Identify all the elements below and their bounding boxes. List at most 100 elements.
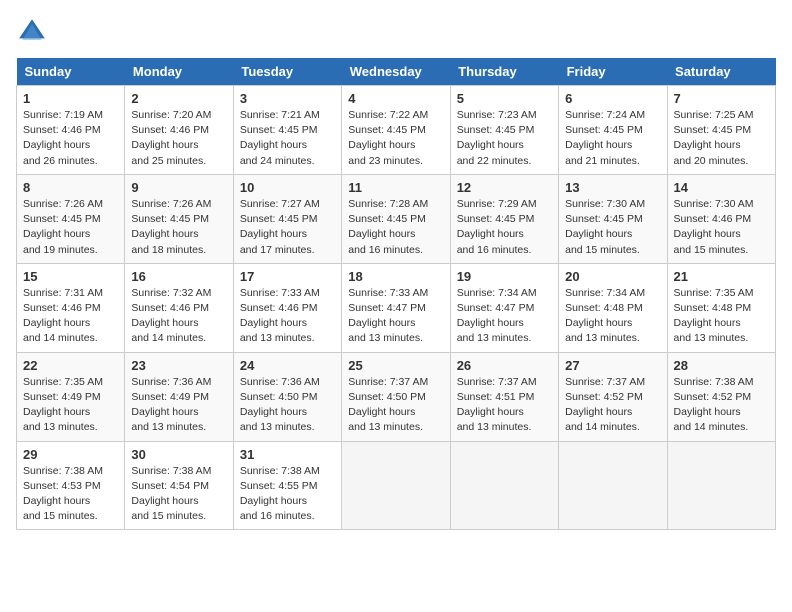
day-info: Sunrise: 7:38 AM Sunset: 4:52 PM Dayligh…: [674, 375, 769, 436]
day-info: Sunrise: 7:31 AM Sunset: 4:46 PM Dayligh…: [23, 286, 118, 347]
calendar-cell: 4 Sunrise: 7:22 AM Sunset: 4:45 PM Dayli…: [342, 86, 450, 175]
calendar-cell: 10 Sunrise: 7:27 AM Sunset: 4:45 PM Dayl…: [233, 174, 341, 263]
day-number: 24: [240, 358, 335, 373]
calendar-cell: 29 Sunrise: 7:38 AM Sunset: 4:53 PM Dayl…: [17, 441, 125, 530]
calendar-cell: 26 Sunrise: 7:37 AM Sunset: 4:51 PM Dayl…: [450, 352, 558, 441]
day-number: 14: [674, 180, 769, 195]
calendar-cell: 7 Sunrise: 7:25 AM Sunset: 4:45 PM Dayli…: [667, 86, 775, 175]
day-info: Sunrise: 7:28 AM Sunset: 4:45 PM Dayligh…: [348, 197, 443, 258]
calendar-cell: 12 Sunrise: 7:29 AM Sunset: 4:45 PM Dayl…: [450, 174, 558, 263]
calendar-cell: 25 Sunrise: 7:37 AM Sunset: 4:50 PM Dayl…: [342, 352, 450, 441]
day-number: 3: [240, 91, 335, 106]
day-number: 2: [131, 91, 226, 106]
day-info: Sunrise: 7:25 AM Sunset: 4:45 PM Dayligh…: [674, 108, 769, 169]
day-number: 15: [23, 269, 118, 284]
day-info: Sunrise: 7:23 AM Sunset: 4:45 PM Dayligh…: [457, 108, 552, 169]
day-number: 26: [457, 358, 552, 373]
day-number: 23: [131, 358, 226, 373]
calendar-cell: [342, 441, 450, 530]
logo: [16, 16, 52, 48]
day-number: 6: [565, 91, 660, 106]
day-number: 27: [565, 358, 660, 373]
day-number: 12: [457, 180, 552, 195]
week-row-2: 8 Sunrise: 7:26 AM Sunset: 4:45 PM Dayli…: [17, 174, 776, 263]
calendar-header-row: SundayMondayTuesdayWednesdayThursdayFrid…: [17, 58, 776, 86]
day-info: Sunrise: 7:26 AM Sunset: 4:45 PM Dayligh…: [23, 197, 118, 258]
calendar-cell: 11 Sunrise: 7:28 AM Sunset: 4:45 PM Dayl…: [342, 174, 450, 263]
calendar-cell: 6 Sunrise: 7:24 AM Sunset: 4:45 PM Dayli…: [559, 86, 667, 175]
day-info: Sunrise: 7:32 AM Sunset: 4:46 PM Dayligh…: [131, 286, 226, 347]
calendar-cell: 30 Sunrise: 7:38 AM Sunset: 4:54 PM Dayl…: [125, 441, 233, 530]
calendar-cell: 24 Sunrise: 7:36 AM Sunset: 4:50 PM Dayl…: [233, 352, 341, 441]
day-number: 21: [674, 269, 769, 284]
day-number: 11: [348, 180, 443, 195]
day-info: Sunrise: 7:34 AM Sunset: 4:48 PM Dayligh…: [565, 286, 660, 347]
day-number: 20: [565, 269, 660, 284]
calendar-cell: [667, 441, 775, 530]
header-monday: Monday: [125, 58, 233, 86]
day-number: 31: [240, 447, 335, 462]
logo-icon: [16, 16, 48, 48]
day-info: Sunrise: 7:35 AM Sunset: 4:48 PM Dayligh…: [674, 286, 769, 347]
week-row-4: 22 Sunrise: 7:35 AM Sunset: 4:49 PM Dayl…: [17, 352, 776, 441]
day-number: 8: [23, 180, 118, 195]
calendar-cell: 15 Sunrise: 7:31 AM Sunset: 4:46 PM Dayl…: [17, 263, 125, 352]
day-info: Sunrise: 7:36 AM Sunset: 4:49 PM Dayligh…: [131, 375, 226, 436]
day-number: 19: [457, 269, 552, 284]
calendar-cell: 17 Sunrise: 7:33 AM Sunset: 4:46 PM Dayl…: [233, 263, 341, 352]
day-info: Sunrise: 7:38 AM Sunset: 4:53 PM Dayligh…: [23, 464, 118, 525]
calendar-cell: 22 Sunrise: 7:35 AM Sunset: 4:49 PM Dayl…: [17, 352, 125, 441]
day-info: Sunrise: 7:30 AM Sunset: 4:46 PM Dayligh…: [674, 197, 769, 258]
calendar-cell: 19 Sunrise: 7:34 AM Sunset: 4:47 PM Dayl…: [450, 263, 558, 352]
calendar-cell: 21 Sunrise: 7:35 AM Sunset: 4:48 PM Dayl…: [667, 263, 775, 352]
header-wednesday: Wednesday: [342, 58, 450, 86]
day-number: 1: [23, 91, 118, 106]
calendar-cell: 31 Sunrise: 7:38 AM Sunset: 4:55 PM Dayl…: [233, 441, 341, 530]
day-number: 17: [240, 269, 335, 284]
calendar-cell: 18 Sunrise: 7:33 AM Sunset: 4:47 PM Dayl…: [342, 263, 450, 352]
week-row-5: 29 Sunrise: 7:38 AM Sunset: 4:53 PM Dayl…: [17, 441, 776, 530]
day-number: 30: [131, 447, 226, 462]
calendar-cell: 8 Sunrise: 7:26 AM Sunset: 4:45 PM Dayli…: [17, 174, 125, 263]
day-info: Sunrise: 7:27 AM Sunset: 4:45 PM Dayligh…: [240, 197, 335, 258]
header-tuesday: Tuesday: [233, 58, 341, 86]
calendar-cell: [559, 441, 667, 530]
calendar-cell: 14 Sunrise: 7:30 AM Sunset: 4:46 PM Dayl…: [667, 174, 775, 263]
calendar-cell: 13 Sunrise: 7:30 AM Sunset: 4:45 PM Dayl…: [559, 174, 667, 263]
day-info: Sunrise: 7:37 AM Sunset: 4:50 PM Dayligh…: [348, 375, 443, 436]
day-number: 5: [457, 91, 552, 106]
calendar-cell: 16 Sunrise: 7:32 AM Sunset: 4:46 PM Dayl…: [125, 263, 233, 352]
header-sunday: Sunday: [17, 58, 125, 86]
calendar-cell: 5 Sunrise: 7:23 AM Sunset: 4:45 PM Dayli…: [450, 86, 558, 175]
calendar-table: SundayMondayTuesdayWednesdayThursdayFrid…: [16, 58, 776, 530]
calendar-cell: 3 Sunrise: 7:21 AM Sunset: 4:45 PM Dayli…: [233, 86, 341, 175]
day-info: Sunrise: 7:20 AM Sunset: 4:46 PM Dayligh…: [131, 108, 226, 169]
day-number: 4: [348, 91, 443, 106]
day-info: Sunrise: 7:38 AM Sunset: 4:54 PM Dayligh…: [131, 464, 226, 525]
day-info: Sunrise: 7:26 AM Sunset: 4:45 PM Dayligh…: [131, 197, 226, 258]
calendar-cell: 9 Sunrise: 7:26 AM Sunset: 4:45 PM Dayli…: [125, 174, 233, 263]
day-info: Sunrise: 7:37 AM Sunset: 4:51 PM Dayligh…: [457, 375, 552, 436]
day-info: Sunrise: 7:37 AM Sunset: 4:52 PM Dayligh…: [565, 375, 660, 436]
header-friday: Friday: [559, 58, 667, 86]
day-number: 13: [565, 180, 660, 195]
day-info: Sunrise: 7:34 AM Sunset: 4:47 PM Dayligh…: [457, 286, 552, 347]
day-number: 25: [348, 358, 443, 373]
calendar-cell: 2 Sunrise: 7:20 AM Sunset: 4:46 PM Dayli…: [125, 86, 233, 175]
week-row-1: 1 Sunrise: 7:19 AM Sunset: 4:46 PM Dayli…: [17, 86, 776, 175]
day-info: Sunrise: 7:29 AM Sunset: 4:45 PM Dayligh…: [457, 197, 552, 258]
day-info: Sunrise: 7:38 AM Sunset: 4:55 PM Dayligh…: [240, 464, 335, 525]
calendar-cell: [450, 441, 558, 530]
day-info: Sunrise: 7:19 AM Sunset: 4:46 PM Dayligh…: [23, 108, 118, 169]
day-info: Sunrise: 7:35 AM Sunset: 4:49 PM Dayligh…: [23, 375, 118, 436]
calendar-cell: 27 Sunrise: 7:37 AM Sunset: 4:52 PM Dayl…: [559, 352, 667, 441]
header-thursday: Thursday: [450, 58, 558, 86]
day-info: Sunrise: 7:21 AM Sunset: 4:45 PM Dayligh…: [240, 108, 335, 169]
day-number: 22: [23, 358, 118, 373]
page-header: [16, 16, 776, 48]
day-info: Sunrise: 7:30 AM Sunset: 4:45 PM Dayligh…: [565, 197, 660, 258]
day-info: Sunrise: 7:33 AM Sunset: 4:47 PM Dayligh…: [348, 286, 443, 347]
week-row-3: 15 Sunrise: 7:31 AM Sunset: 4:46 PM Dayl…: [17, 263, 776, 352]
day-number: 7: [674, 91, 769, 106]
day-info: Sunrise: 7:36 AM Sunset: 4:50 PM Dayligh…: [240, 375, 335, 436]
